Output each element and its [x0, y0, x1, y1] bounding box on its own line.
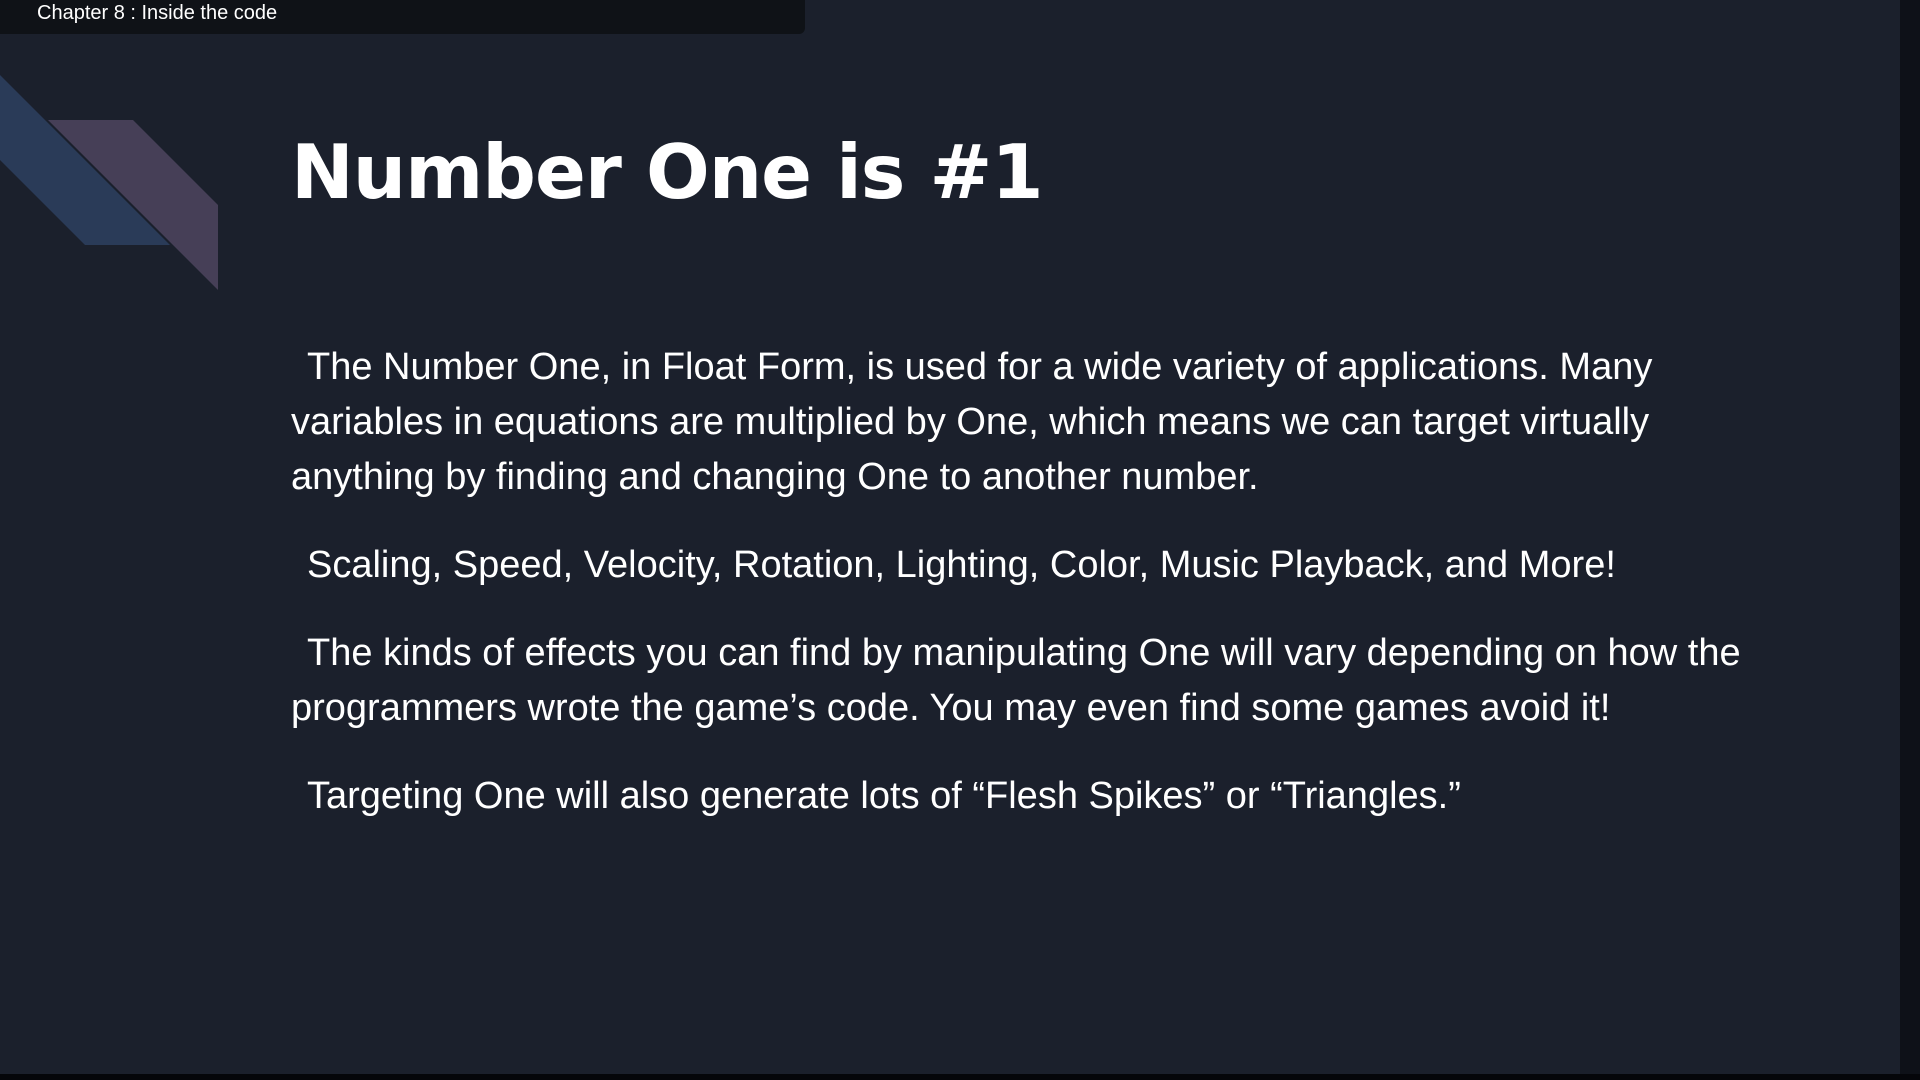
chapter-title-bar: Chapter 8 : Inside the code	[0, 0, 805, 34]
decorative-chevron-shapes	[0, 70, 218, 290]
paragraph-flesh-spikes: Targeting One will also generate lots of…	[307, 775, 1461, 817]
presentation-viewer: Number One is #1 The Number One, in Floa…	[0, 0, 1920, 1080]
slide: Number One is #1 The Number One, in Floa…	[0, 0, 1920, 1074]
chapter-title: Chapter 8 : Inside the code	[37, 2, 278, 24]
slide-body: The Number One, in Float Form, is used f…	[291, 340, 1751, 857]
viewer-right-gutter	[1900, 0, 1920, 1080]
paragraph-targets: Scaling, Speed, Velocity, Rotation, Ligh…	[307, 544, 1616, 586]
paragraph-effects: The kinds of effects you can find by man…	[291, 632, 1741, 729]
slide-title: Number One is #1	[291, 128, 1044, 216]
viewer-bottom-edge	[0, 1074, 1920, 1080]
paragraph-number-one: The Number One, in Float Form, is used f…	[291, 346, 1653, 498]
